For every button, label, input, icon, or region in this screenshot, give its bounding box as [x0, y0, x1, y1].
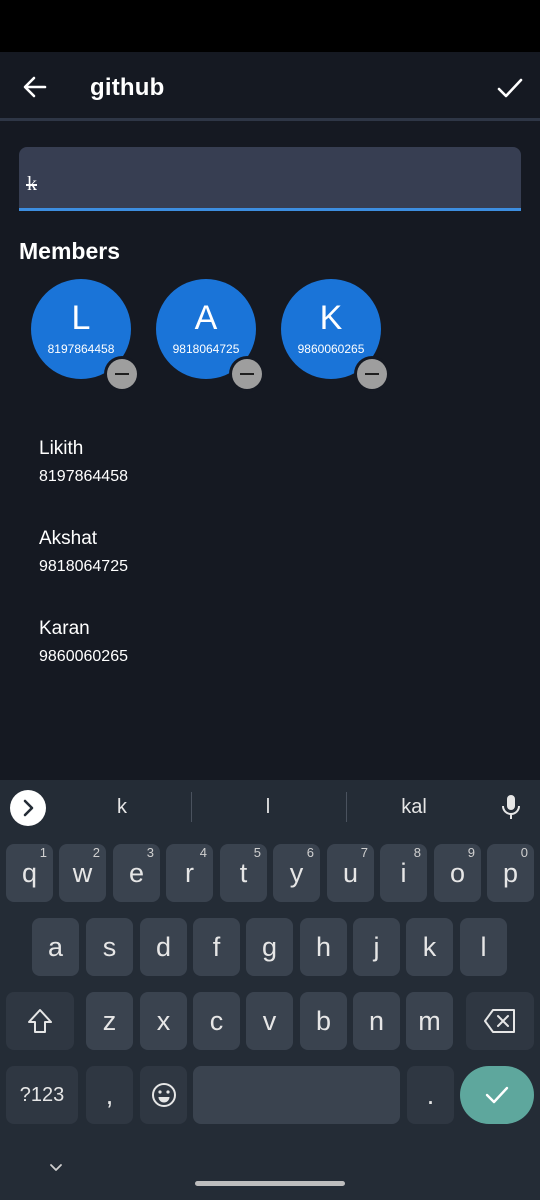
key-g[interactable]: g — [246, 918, 293, 976]
expand-toolbar-button[interactable] — [10, 790, 46, 826]
key-i[interactable]: i8 — [380, 844, 427, 902]
contact-phone: 9860060265 — [39, 648, 128, 665]
on-screen-keyboard: k l kal q1 w2 e3 r4 t5 y6 u7 i8 o9 p0 a … — [0, 780, 540, 1200]
key-x[interactable]: x — [140, 992, 187, 1050]
key-z[interactable]: z — [86, 992, 133, 1050]
check-icon[interactable] — [494, 72, 526, 104]
page-title: github — [90, 74, 165, 101]
shift-icon — [28, 1009, 52, 1033]
search-input[interactable] — [19, 147, 521, 208]
contact-name: Karan — [39, 618, 90, 639]
emoji-icon — [151, 1083, 176, 1107]
emoji-key[interactable] — [140, 1066, 187, 1124]
microphone-icon[interactable] — [498, 792, 524, 822]
status-bar — [0, 0, 540, 52]
key-q[interactable]: q1 — [6, 844, 53, 902]
suggestion-item[interactable]: l — [248, 796, 288, 819]
member-chip[interactable]: L 8197864458 — [31, 279, 140, 392]
contact-name: Likith — [39, 438, 84, 459]
key-l[interactable]: l — [460, 918, 507, 976]
key-r[interactable]: r4 — [166, 844, 213, 902]
contact-list-item[interactable]: Akshat 9818064725 — [39, 528, 128, 576]
app-bar: github — [0, 52, 540, 118]
app-bar-divider — [0, 118, 540, 121]
minus-icon — [107, 359, 137, 389]
key-m[interactable]: m — [406, 992, 453, 1050]
contact-list-item[interactable]: Karan 9860060265 — [39, 618, 128, 666]
key-y[interactable]: y6 — [273, 844, 320, 902]
comma-key[interactable]: , — [86, 1066, 133, 1124]
minus-icon — [357, 359, 387, 389]
remove-member-button[interactable] — [354, 356, 390, 392]
key-k[interactable]: k — [406, 918, 453, 976]
shift-key[interactable] — [6, 992, 74, 1050]
key-b[interactable]: b — [300, 992, 347, 1050]
member-chip[interactable]: A 9818064725 — [156, 279, 265, 392]
members-heading: Members — [19, 238, 120, 264]
key-s[interactable]: s — [86, 918, 133, 976]
suggestion-bar: k l kal — [0, 780, 540, 834]
space-key[interactable] — [193, 1066, 400, 1124]
key-p[interactable]: p0 — [487, 844, 534, 902]
key-w[interactable]: w2 — [59, 844, 106, 902]
chevron-down-icon[interactable] — [48, 1162, 64, 1174]
member-initial: A — [194, 299, 218, 337]
contact-name: Akshat — [39, 528, 98, 549]
remove-member-button[interactable] — [104, 356, 140, 392]
minus-icon — [232, 359, 262, 389]
key-j[interactable]: j — [353, 918, 400, 976]
period-key[interactable]: . — [407, 1066, 454, 1124]
key-f[interactable]: f — [193, 918, 240, 976]
contact-phone: 9818064725 — [39, 558, 128, 575]
key-n[interactable]: n — [353, 992, 400, 1050]
key-d[interactable]: d — [140, 918, 187, 976]
suggestion-divider — [191, 792, 192, 822]
member-chip[interactable]: K 9860060265 — [281, 279, 390, 392]
backspace-icon — [484, 1009, 515, 1033]
contact-phone: 8197864458 — [39, 468, 128, 485]
key-h[interactable]: h — [300, 918, 347, 976]
key-u[interactable]: u7 — [327, 844, 374, 902]
key-o[interactable]: o9 — [434, 844, 481, 902]
gesture-nav-handle[interactable] — [195, 1181, 345, 1186]
key-e[interactable]: e3 — [113, 844, 160, 902]
suggestion-item[interactable]: k — [102, 796, 142, 819]
member-initial: L — [71, 299, 91, 337]
backspace-key[interactable] — [466, 992, 534, 1050]
key-t[interactable]: t5 — [220, 844, 267, 902]
search-field[interactable] — [19, 147, 521, 211]
key-v[interactable]: v — [246, 992, 293, 1050]
back-arrow-icon[interactable] — [20, 72, 50, 102]
text-cursor — [26, 184, 37, 186]
remove-member-button[interactable] — [229, 356, 265, 392]
suggestion-divider — [346, 792, 347, 822]
contact-list-item[interactable]: Likith 8197864458 — [39, 438, 128, 486]
check-icon — [485, 1086, 509, 1104]
member-initial: K — [319, 299, 343, 337]
key-a[interactable]: a — [32, 918, 79, 976]
suggestion-item[interactable]: kal — [384, 796, 444, 819]
symbols-key[interactable]: ?123 — [6, 1066, 78, 1124]
member-phone: 9818064725 — [172, 342, 240, 356]
member-phone: 9860060265 — [297, 342, 365, 356]
enter-key[interactable] — [460, 1066, 534, 1124]
chevron-right-icon — [23, 799, 34, 817]
member-phone: 8197864458 — [47, 342, 115, 356]
key-c[interactable]: c — [193, 992, 240, 1050]
